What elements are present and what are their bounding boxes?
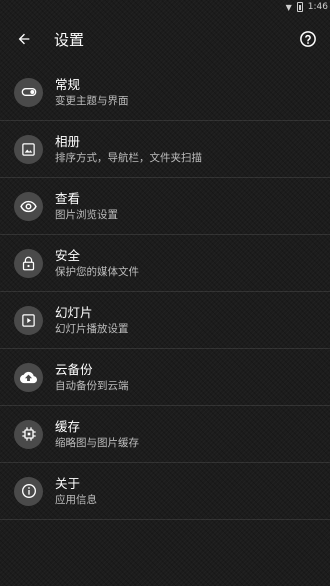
settings-item-general[interactable]: 常规 变更主题与界面 (0, 64, 330, 121)
arrow-left-icon (18, 33, 30, 45)
settings-item-cache[interactable]: 缓存 缩略图与图片缓存 (0, 406, 330, 463)
slideshow-icon (14, 305, 43, 335)
status-bar: ▼ 1:46 (0, 0, 330, 14)
back-button[interactable] (12, 27, 36, 51)
info-icon (14, 476, 43, 506)
chip-icon (14, 419, 43, 449)
settings-item-view[interactable]: 查看 图片浏览设置 (0, 178, 330, 235)
eye-icon (14, 191, 43, 221)
help-button[interactable] (296, 27, 320, 51)
battery-icon (296, 2, 303, 12)
settings-item-albums[interactable]: 相册 排序方式，导航栏，文件夹扫描 (0, 121, 330, 178)
settings-list: 常规 变更主题与界面 相册 排序方式，导航栏，文件夹扫描 查看 图片浏览设置 安… (0, 64, 330, 520)
settings-item-about[interactable]: 关于 应用信息 (0, 463, 330, 520)
settings-item-desc: 变更主题与界面 (55, 94, 129, 107)
app-bar: 设置 (0, 14, 330, 64)
help-icon (300, 31, 316, 47)
settings-item-desc: 图片浏览设置 (55, 208, 118, 221)
settings-item-label: 云备份 (55, 361, 93, 377)
settings-item-label: 查看 (55, 190, 81, 206)
cloud-upload-icon (14, 362, 43, 392)
status-time: 1:46 (307, 2, 328, 12)
settings-item-label: 相册 (55, 133, 81, 149)
settings-item-desc: 缩略图与图片缓存 (55, 436, 139, 449)
settings-item-label: 关于 (55, 475, 81, 491)
page-title: 设置 (54, 30, 85, 49)
settings-item-slideshow[interactable]: 幻灯片 幻灯片播放设置 (0, 292, 330, 349)
settings-item-label: 幻灯片 (55, 304, 93, 320)
image-icon (14, 134, 43, 164)
settings-item-label: 常规 (55, 76, 81, 92)
settings-item-cloud-backup[interactable]: 云备份 自动备份到云端 (0, 349, 330, 406)
settings-item-security[interactable]: 安全 保护您的媒体文件 (0, 235, 330, 292)
settings-item-desc: 排序方式，导航栏，文件夹扫描 (55, 151, 202, 164)
lock-icon (14, 248, 43, 278)
wifi-icon: ▼ (285, 2, 292, 12)
settings-item-label: 安全 (55, 247, 81, 263)
settings-item-desc: 幻灯片播放设置 (55, 322, 129, 335)
settings-item-desc: 自动备份到云端 (55, 379, 129, 392)
settings-item-desc: 保护您的媒体文件 (55, 265, 139, 278)
settings-item-label: 缓存 (55, 418, 81, 434)
settings-item-desc: 应用信息 (55, 493, 97, 506)
toggle-icon (14, 77, 43, 107)
